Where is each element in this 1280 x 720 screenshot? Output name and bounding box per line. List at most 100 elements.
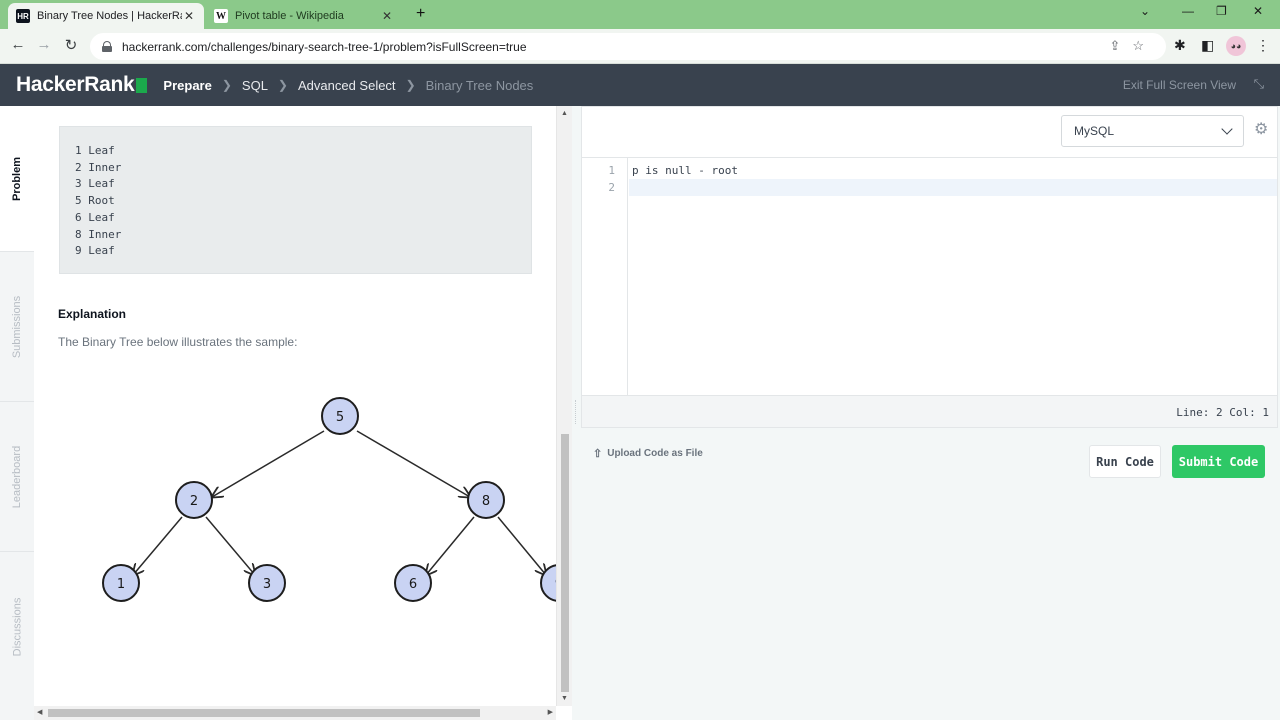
problem-vertical-scrollbar[interactable]: ▲ ▼ <box>556 106 572 706</box>
explanation-heading: Explanation <box>58 307 127 321</box>
close-tab-icon[interactable]: ✕ <box>182 9 196 23</box>
tree-node: 5 <box>321 397 359 435</box>
panel-resize-handle[interactable] <box>575 400 578 424</box>
language-selected: MySQL <box>1074 124 1115 138</box>
tree-node: 9 <box>540 564 556 602</box>
editor-settings-gear-icon[interactable]: ⚙ <box>1254 119 1268 139</box>
tab-problem[interactable]: Problem <box>0 106 34 252</box>
browser-menu-icon[interactable]: ⋮ <box>1256 37 1270 54</box>
sample-output-line: 2 Inner <box>75 160 122 174</box>
close-tab-icon[interactable]: ✕ <box>380 9 394 23</box>
hackerrank-header: HackerRank Prepare ❯ SQL ❯ Advanced Sele… <box>0 64 1280 106</box>
tree-node: 6 <box>394 564 432 602</box>
breadcrumb-advanced-select[interactable]: Advanced Select <box>298 78 396 93</box>
new-tab-icon[interactable]: + <box>416 5 425 23</box>
tree-node: 3 <box>248 564 286 602</box>
scrollbar-thumb[interactable] <box>561 434 569 692</box>
binary-tree-diagram: 5 2 8 1 3 6 9 <box>102 397 556 602</box>
forward-icon[interactable]: → <box>34 36 54 53</box>
code-editor[interactable]: 1 2 p is null - root <box>582 157 1277 395</box>
tab-search-chevron-icon[interactable]: ⌄ <box>1140 4 1150 18</box>
code-line[interactable]: p is null - root <box>632 164 738 177</box>
logo-text: HackerRank <box>16 73 135 96</box>
wikipedia-favicon-icon: W <box>214 9 228 23</box>
tree-node-label: 1 <box>117 577 125 592</box>
exit-full-screen-link[interactable]: Exit Full Screen View <box>1123 78 1236 92</box>
share-bookmark-icons[interactable]: ⇪☆ <box>1109 38 1156 54</box>
tree-node-label: 2 <box>190 494 198 509</box>
scroll-up-icon[interactable]: ▲ <box>561 110 568 117</box>
address-bar[interactable]: hackerrank.com/challenges/binary-search-… <box>90 33 1166 60</box>
sample-output-line: 9 Leaf <box>75 244 115 258</box>
tab-label: Discussions <box>11 597 23 657</box>
tree-edge <box>426 516 475 575</box>
maximize-icon[interactable]: ❐ <box>1216 4 1227 18</box>
sample-output-line: 6 Leaf <box>75 210 115 224</box>
tree-edge <box>497 516 546 575</box>
back-icon[interactable]: ← <box>8 36 28 53</box>
tree-edge <box>212 430 325 497</box>
hackerrank-logo[interactable]: HackerRank <box>16 73 148 97</box>
minimize-icon[interactable]: — <box>1182 4 1194 18</box>
tree-edge <box>205 516 255 575</box>
tree-node: 1 <box>102 564 140 602</box>
explanation-text: The Binary Tree below illustrates the sa… <box>58 335 298 349</box>
tree-node-label: 8 <box>482 494 490 509</box>
profile-avatar[interactable]: ◕◕ <box>1226 36 1246 56</box>
tab-submissions[interactable]: Submissions <box>0 252 34 402</box>
scrollbar-thumb[interactable] <box>48 709 480 717</box>
sample-output-line: 3 Leaf <box>75 177 115 191</box>
line-number-gutter: 1 2 <box>582 158 628 395</box>
tab-title: Binary Tree Nodes | HackerRank <box>37 10 182 22</box>
logo-square-icon <box>136 77 148 93</box>
url-text: hackerrank.com/challenges/binary-search-… <box>122 39 527 54</box>
scroll-down-icon[interactable]: ▼ <box>561 695 568 702</box>
sample-output-block: 1 Leaf 2 Inner 3 Leaf 5 Root 6 Leaf 8 In… <box>59 126 532 274</box>
reload-icon[interactable]: ↻ <box>61 36 81 54</box>
tab-title: Pivot table - Wikipedia <box>235 10 344 22</box>
tree-node: 8 <box>467 481 505 519</box>
sample-output-line: 8 Inner <box>75 227 122 241</box>
scroll-left-icon[interactable]: ◀ <box>37 708 42 716</box>
lock-icon <box>102 41 112 52</box>
tab-leaderboard[interactable]: Leaderboard <box>0 402 34 552</box>
extensions-icon[interactable]: ✱ <box>1174 37 1186 54</box>
browser-tab-wikipedia[interactable]: W Pivot table - Wikipedia ✕ <box>206 3 402 29</box>
chevron-down-icon <box>1221 123 1233 135</box>
chevron-right-icon: ❯ <box>277 78 288 92</box>
breadcrumb-prepare[interactable]: Prepare <box>163 78 211 93</box>
tab-label: Submissions <box>11 295 24 358</box>
sample-output-line: 5 Root <box>75 194 115 208</box>
tree-edge <box>356 430 470 497</box>
cursor-position: Line: 2 Col: 1 <box>1176 406 1269 419</box>
close-window-icon[interactable]: ✕ <box>1253 4 1263 18</box>
line-number: 1 <box>608 164 615 177</box>
browser-tab-strip: HR Binary Tree Nodes | HackerRank ✕ W Pi… <box>0 0 1280 29</box>
sample-output-line: 1 Leaf <box>75 144 115 157</box>
tab-label: Leaderboard <box>11 445 24 508</box>
tree-node-label: 6 <box>409 577 417 592</box>
problem-horizontal-scrollbar[interactable]: ◀ ▶ <box>34 706 556 720</box>
chevron-right-icon: ❯ <box>221 78 232 92</box>
breadcrumb-sql[interactable]: SQL <box>242 78 268 93</box>
editor-status-bar: Line: 2 Col: 1 <box>582 395 1277 427</box>
submit-code-button[interactable]: Submit Code <box>1172 445 1265 478</box>
collapse-icon[interactable]: ⤡ <box>1254 76 1264 92</box>
tree-node-label: 3 <box>263 577 271 592</box>
breadcrumb-current: Binary Tree Nodes <box>425 77 534 93</box>
upload-icon: ⇧ <box>593 448 603 460</box>
scroll-right-icon[interactable]: ▶ <box>548 708 553 716</box>
line-number: 2 <box>608 181 615 194</box>
browser-tab-hackerrank[interactable]: HR Binary Tree Nodes | HackerRank ✕ <box>8 3 204 29</box>
tree-edge <box>133 516 183 575</box>
tab-label: Problem <box>11 156 24 201</box>
browser-toolbar: ← → ↻ hackerrank.com/challenges/binary-s… <box>0 29 1280 64</box>
side-panel-icon[interactable]: ◧ <box>1201 37 1214 54</box>
problem-panel: 1 Leaf 2 Inner 3 Leaf 5 Root 6 Leaf 8 In… <box>34 106 556 706</box>
tab-discussions[interactable]: Discussions <box>0 552 34 702</box>
side-tabs: Problem Submissions Leaderboard Discussi… <box>0 106 34 720</box>
language-select[interactable]: MySQL <box>1061 115 1244 147</box>
run-code-button[interactable]: Run Code <box>1089 445 1161 478</box>
upload-code-link[interactable]: ⇧ Upload Code as File <box>593 447 703 460</box>
breadcrumb: Prepare ❯ SQL ❯ Advanced Select ❯ Binary… <box>163 78 533 93</box>
